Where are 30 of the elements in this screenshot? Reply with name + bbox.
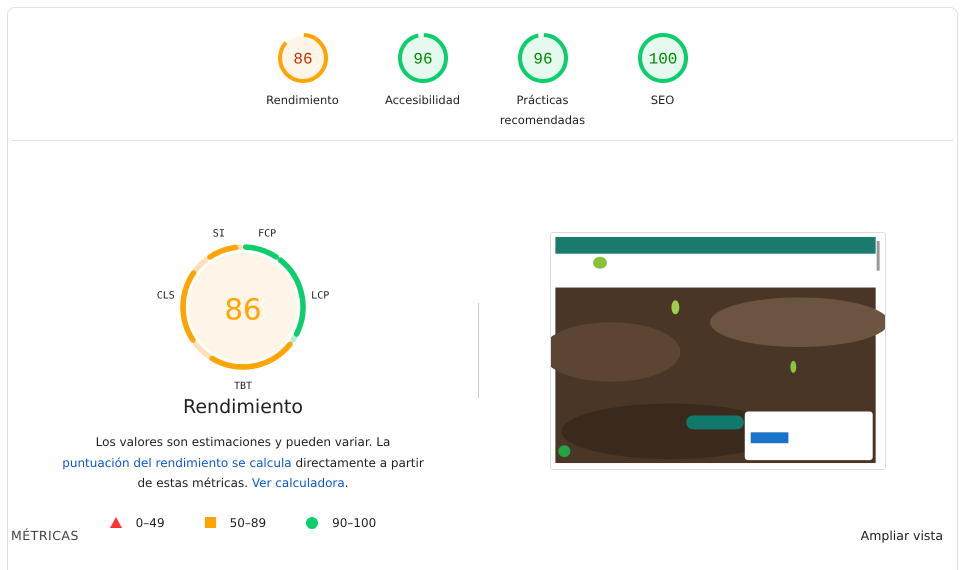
category-label: SEO — [650, 92, 676, 109]
metric-label: LCP — [311, 290, 330, 302]
category-label: Accesibilidad — [384, 92, 462, 109]
section-title: MÉTRICAS — [11, 527, 79, 545]
score-gauge[interactable]: 100 — [636, 32, 688, 84]
square-icon — [204, 517, 216, 528]
metric-label: FCP — [258, 228, 276, 240]
score-gauge[interactable]: 96 — [516, 32, 568, 84]
score-gauge[interactable]: 86 — [276, 32, 328, 84]
legend-range: 90–100 — [332, 514, 376, 532]
legend-range: 0–49 — [136, 514, 165, 532]
expand-toggle[interactable]: Ampliar vista — [860, 527, 943, 546]
category-label: Prácticas recomendadas — [498, 92, 586, 129]
calculator-link[interactable]: Ver calculadora — [252, 476, 345, 490]
score-gauge[interactable]: 96 — [396, 32, 448, 84]
score-value: 96 — [532, 50, 552, 68]
score-value: 100 — [648, 50, 677, 68]
score-value: 96 — [412, 50, 432, 68]
calculator-link[interactable]: puntuación del rendimiento se calcula — [62, 456, 292, 470]
metric-label: CLS — [156, 290, 175, 302]
description-text: Los valores son estimaciones y pueden variar. La puntuación del rendimiento se calcula directamente a partir de estas métricas. Ver calculadora. — [61, 434, 425, 492]
metric-label: TBT — [234, 380, 252, 392]
circle-icon — [306, 516, 318, 528]
triangle-icon — [110, 517, 122, 528]
score-value: 86 — [292, 50, 312, 68]
category-label: Rendimiento — [265, 92, 340, 109]
gauge-title: Rendimiento — [182, 396, 303, 418]
legend-range: 50–89 — [230, 514, 266, 532]
score-value: 86 — [224, 292, 262, 327]
metric-label: SI — [212, 228, 225, 240]
